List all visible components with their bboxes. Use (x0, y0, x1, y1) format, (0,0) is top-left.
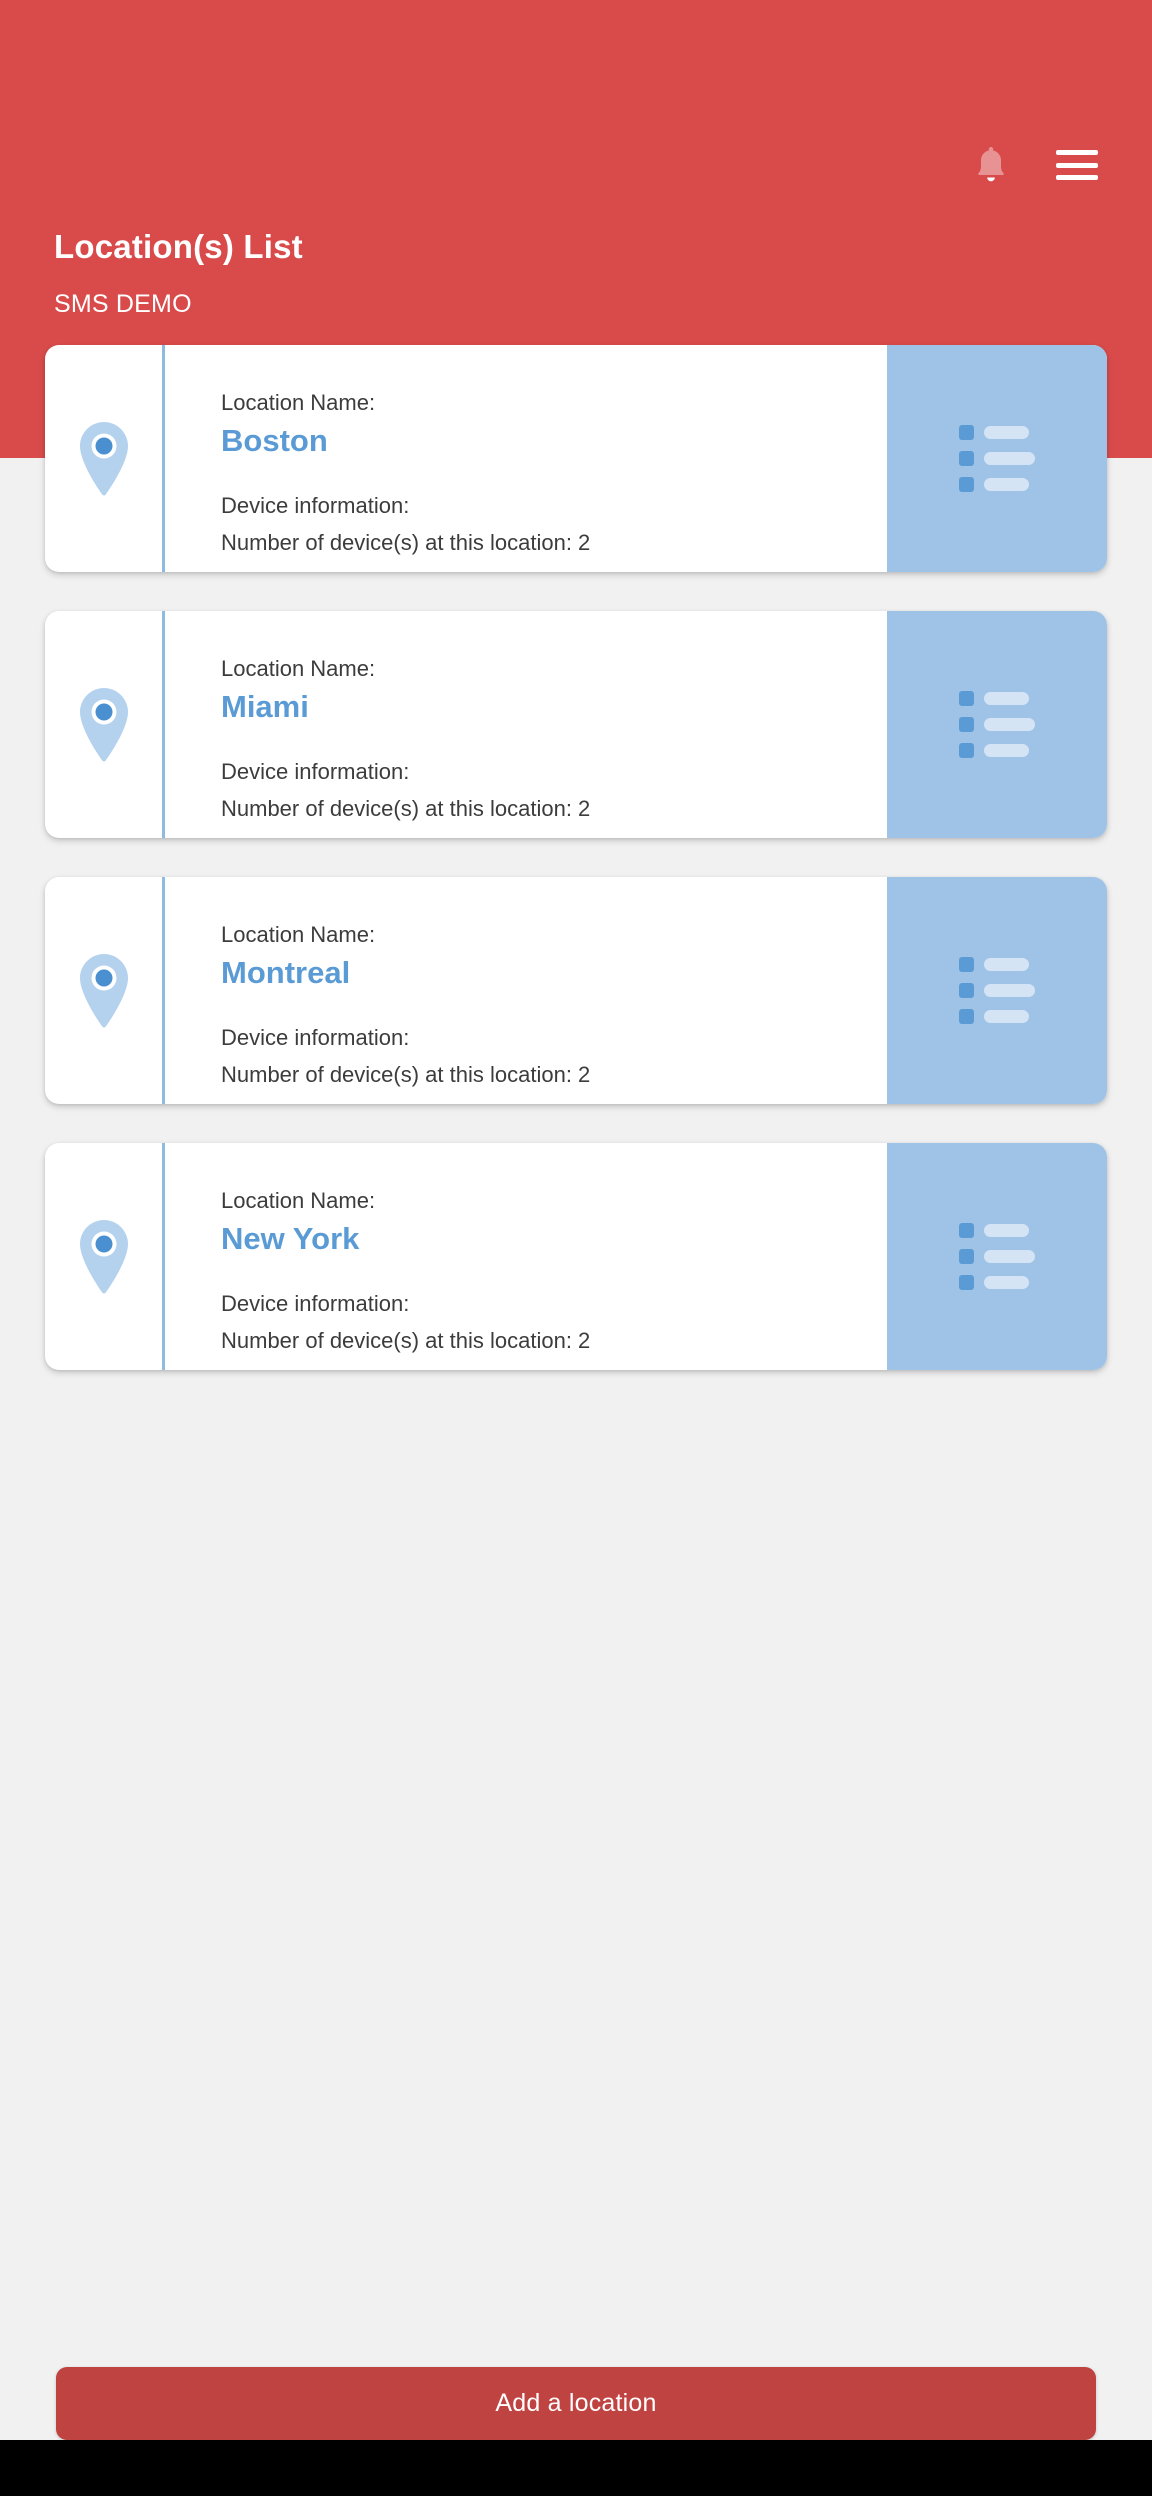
device-information-label: Device information: (221, 1291, 410, 1317)
hamburger-menu-icon[interactable] (1056, 150, 1098, 180)
list-icon-bar (984, 426, 1029, 439)
list-item[interactable]: Location Name: Boston Device information… (45, 345, 1107, 572)
list-icon-bar (984, 744, 1029, 757)
list-details-icon (959, 1223, 1035, 1290)
location-name-value: Miami (221, 688, 309, 724)
list-icon-row-1 (959, 691, 1035, 706)
list-item[interactable]: Location Name: Miami Device information:… (45, 611, 1107, 838)
location-pin-column (45, 877, 165, 1104)
location-name-label: Location Name: (221, 656, 376, 681)
map-pin-icon (71, 685, 137, 765)
hamburger-bar-1 (1056, 150, 1098, 155)
list-details-icon (959, 691, 1035, 758)
view-devices-button[interactable] (887, 877, 1107, 1104)
list-icon-bar (984, 478, 1029, 491)
device-information-block: Device information: Number of device(s) … (221, 492, 887, 556)
list-icon-bar (984, 1276, 1029, 1289)
locations-list: Location Name: Boston Device information… (0, 345, 1152, 1409)
location-details: Location Name: Montreal Device informati… (165, 877, 887, 1104)
list-icon-bullet (959, 1009, 974, 1024)
list-icon-bar (984, 1224, 1029, 1237)
header-action-group (974, 145, 1098, 185)
location-pin-column (45, 345, 165, 572)
list-icon-row-3 (959, 743, 1035, 758)
view-devices-button[interactable] (887, 1143, 1107, 1370)
device-count-value: Number of device(s) at this location: 2 (221, 795, 591, 821)
location-details: Location Name: New York Device informati… (165, 1143, 887, 1370)
list-icon-bar (984, 984, 1035, 997)
map-pin-icon (71, 1217, 137, 1297)
location-pin-column (45, 611, 165, 838)
list-icon-bullet (959, 425, 974, 440)
list-icon-bullet (959, 957, 974, 972)
list-icon-bullet (959, 743, 974, 758)
list-icon-bullet (959, 691, 974, 706)
list-icon-bullet (959, 1275, 974, 1290)
list-icon-row-1 (959, 957, 1035, 972)
list-details-icon (959, 957, 1035, 1024)
list-icon-row-3 (959, 1275, 1035, 1290)
list-icon-bullet (959, 451, 974, 466)
list-icon-bar (984, 452, 1035, 465)
list-icon-bar (984, 1250, 1035, 1263)
bottom-action-bar: Add a location (0, 2367, 1152, 2440)
list-icon-bar (984, 718, 1035, 731)
app-screen: Location(s) List SMS DEMO Location Name:… (0, 0, 1152, 2496)
list-item[interactable]: Location Name: New York Device informati… (45, 1143, 1107, 1370)
list-icon-bullet (959, 477, 974, 492)
list-icon-bar (984, 692, 1029, 705)
list-item[interactable]: Location Name: Montreal Device informati… (45, 877, 1107, 1104)
device-count-value: Number of device(s) at this location: 2 (221, 529, 591, 555)
list-icon-row-1 (959, 425, 1035, 440)
device-information-block: Device information: Number of device(s) … (221, 1024, 887, 1088)
bell-icon[interactable] (974, 145, 1008, 185)
list-icon-bullet (959, 1223, 974, 1238)
location-pin-column (45, 1143, 165, 1370)
list-icon-row-1 (959, 1223, 1035, 1238)
system-navigation-bar (0, 2440, 1152, 2496)
list-icon-row-2 (959, 983, 1035, 998)
list-icon-bullet (959, 717, 974, 732)
list-icon-row-2 (959, 451, 1035, 466)
map-pin-icon (71, 419, 137, 499)
hamburger-bar-2 (1056, 162, 1098, 168)
device-information-block: Device information: Number of device(s) … (221, 1290, 887, 1354)
list-icon-bar (984, 1010, 1029, 1023)
location-name-label: Location Name: (221, 1188, 376, 1213)
page-title: Location(s) List (54, 228, 303, 265)
location-name-value: Boston (221, 422, 328, 458)
location-name-value: New York (221, 1220, 360, 1256)
list-icon-row-3 (959, 477, 1035, 492)
hamburger-bar-3 (1056, 175, 1098, 180)
list-details-icon (959, 425, 1035, 492)
view-devices-button[interactable] (887, 345, 1107, 572)
list-icon-bullet (959, 1249, 974, 1264)
location-details: Location Name: Miami Device information:… (165, 611, 887, 838)
list-icon-bar (984, 958, 1029, 971)
list-icon-row-2 (959, 1249, 1035, 1264)
list-icon-row-2 (959, 717, 1035, 732)
add-location-button[interactable]: Add a location (56, 2367, 1096, 2440)
location-name-label: Location Name: (221, 390, 376, 415)
device-information-label: Device information: (221, 493, 410, 519)
device-information-block: Device information: Number of device(s) … (221, 758, 887, 822)
location-details: Location Name: Boston Device information… (165, 345, 887, 572)
view-devices-button[interactable] (887, 611, 1107, 838)
device-count-value: Number of device(s) at this location: 2 (221, 1327, 591, 1353)
device-information-label: Device information: (221, 1025, 410, 1051)
page-subtitle: SMS DEMO (54, 290, 192, 318)
location-name-label: Location Name: (221, 922, 376, 947)
location-name-value: Montreal (221, 954, 351, 990)
device-count-value: Number of device(s) at this location: 2 (221, 1061, 591, 1087)
list-icon-row-3 (959, 1009, 1035, 1024)
list-icon-bullet (959, 983, 974, 998)
device-information-label: Device information: (221, 759, 410, 785)
map-pin-icon (71, 951, 137, 1031)
